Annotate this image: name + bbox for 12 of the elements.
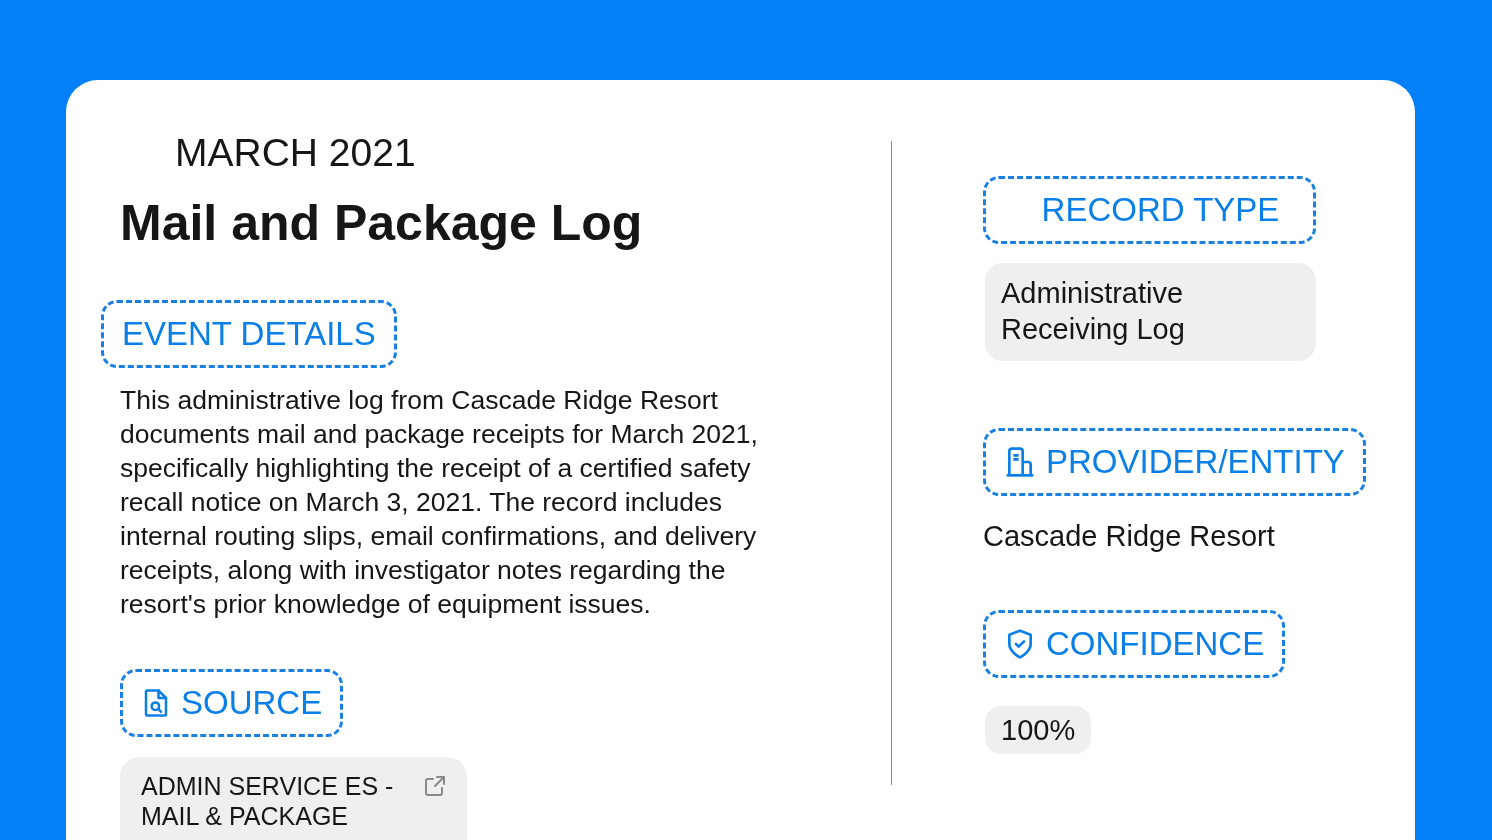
record-type-value: Administrative Receiving Log bbox=[985, 263, 1316, 361]
section-heading: RECORD TYPE bbox=[983, 176, 1316, 244]
section-heading: SOURCE bbox=[120, 669, 344, 737]
source-document-link[interactable]: ADMIN SERVICE ES - MAIL & PACKAGE bbox=[120, 757, 467, 840]
confidence-value: 100% bbox=[985, 706, 1092, 754]
period-label: MARCH 2021 bbox=[175, 130, 416, 176]
section-heading: EVENT DETAILS bbox=[101, 300, 397, 368]
page-title: Mail and Package Log bbox=[120, 194, 643, 252]
section-heading: PROVIDER/ENTITY bbox=[983, 428, 1366, 496]
provider-value: Cascade Ridge Resort bbox=[983, 519, 1275, 554]
event-description: This administrative log from Cascade Ridge Resort documents mail and package receipts for March 2021, specifically highlighting the receipt of a certified safety recall notice on March 3, 2021. The record includes internal routing slips, email confirmations, and delivery receipts, along with investigator notes regarding the resort's prior knowledge of equipment issues. bbox=[120, 384, 759, 621]
section-heading: CONFIDENCE bbox=[983, 610, 1286, 678]
